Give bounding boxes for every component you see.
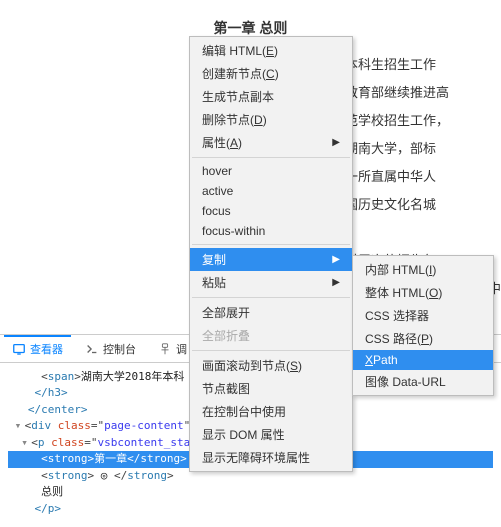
tab-console[interactable]: 控制台 [77, 335, 144, 362]
menu-collapse-all: 全部折叠 [190, 324, 352, 347]
chevron-right-icon: ▶ [332, 277, 340, 288]
submenu-xpath[interactable]: XPath [353, 350, 493, 370]
chevron-right-icon: ▶ [332, 254, 340, 265]
submenu-outer-html[interactable]: 整体 HTML(O) [353, 281, 493, 304]
menu-active[interactable]: active [190, 181, 352, 201]
menu-delete-node[interactable]: 删除节点(D) [190, 108, 352, 131]
submenu-css-selector[interactable]: CSS 选择器 [353, 304, 493, 327]
menu-attributes[interactable]: 属性(A)▶ [190, 131, 352, 154]
menu-hover[interactable]: hover [190, 161, 352, 181]
console-icon [85, 342, 99, 356]
menu-edit-html[interactable]: 编辑 HTML(E) [190, 39, 352, 62]
menu-expand-all[interactable]: 全部展开 [190, 301, 352, 324]
context-menu: 编辑 HTML(E) 创建新节点(C) 生成节点副本 删除节点(D) 属性(A)… [189, 36, 353, 472]
tab-label: 调 [176, 341, 187, 357]
menu-scroll-to-node[interactable]: 画面滚动到节点(S) [190, 354, 352, 377]
menu-paste[interactable]: 粘贴▶ [190, 271, 352, 294]
menu-show-a11y[interactable]: 显示无障碍环境属性 [190, 446, 352, 469]
tab-label: 查看器 [30, 341, 63, 357]
tab-label: 控制台 [103, 341, 136, 357]
menu-focus[interactable]: focus [190, 201, 352, 221]
separator [192, 244, 350, 245]
separator [192, 297, 350, 298]
menu-duplicate[interactable]: 生成节点副本 [190, 85, 352, 108]
submenu-image-data-url[interactable]: 图像 Data-URL [353, 370, 493, 393]
chevron-right-icon: ▶ [332, 137, 340, 148]
menu-copy[interactable]: 复制▶ [190, 248, 352, 271]
menu-create-node[interactable]: 创建新节点(C) [190, 62, 352, 85]
menu-use-in-console[interactable]: 在控制台中使用 [190, 400, 352, 423]
menu-focus-within[interactable]: focus-within [190, 221, 352, 241]
menu-show-dom[interactable]: 显示 DOM 属性 [190, 423, 352, 446]
copy-submenu: 内部 HTML(I) 整体 HTML(O) CSS 选择器 CSS 路径(P) … [352, 255, 494, 396]
inspector-icon [12, 342, 26, 356]
debugger-icon [158, 342, 172, 356]
submenu-css-path[interactable]: CSS 路径(P) [353, 327, 493, 350]
submenu-inner-html[interactable]: 内部 HTML(I) [353, 258, 493, 281]
tab-inspector[interactable]: 查看器 [4, 335, 71, 362]
menu-screenshot-node[interactable]: 节点截图 [190, 377, 352, 400]
separator [192, 157, 350, 158]
separator [192, 350, 350, 351]
